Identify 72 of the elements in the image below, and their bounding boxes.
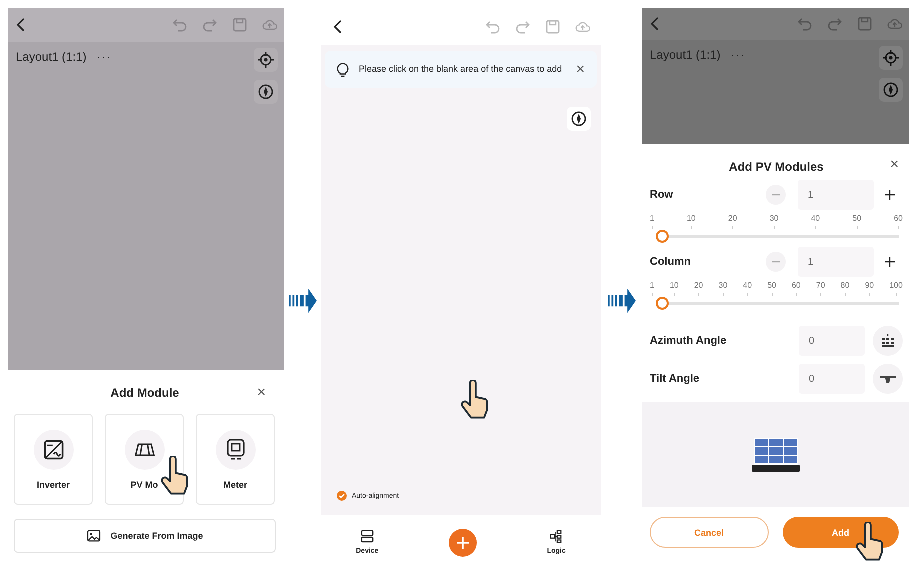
- decrease-button[interactable]: [766, 185, 786, 205]
- save-icon[interactable]: [232, 17, 248, 33]
- slider-thumb[interactable]: [656, 297, 669, 310]
- tip-text: Please click on the blank area of the canvas to add: [359, 64, 564, 75]
- redo-icon[interactable]: [515, 18, 531, 34]
- inverter-icon: [42, 438, 64, 460]
- tick-label: 1: [650, 281, 654, 290]
- pointing-hand-icon: [460, 380, 490, 420]
- tick-label: 20: [694, 281, 704, 290]
- angle-field[interactable]: 0: [799, 364, 865, 394]
- angle-label: Tilt Angle: [650, 373, 700, 385]
- module-option[interactable]: Inverter: [14, 414, 93, 505]
- counter-label: Column: [650, 256, 692, 268]
- module-option[interactable]: Meter: [196, 414, 275, 505]
- close-button[interactable]: ×: [890, 156, 899, 173]
- flowchart-icon: [550, 530, 564, 543]
- tick-label: 60: [894, 214, 903, 223]
- pointing-hand-icon: [160, 456, 190, 496]
- device-icon: [360, 530, 374, 543]
- undo-icon[interactable]: [172, 17, 188, 33]
- slider-thumb[interactable]: [656, 230, 669, 243]
- pointing-hand-icon: [855, 522, 885, 562]
- layout-name[interactable]: Layout1 (1:1): [16, 50, 87, 64]
- plus-icon: [885, 190, 895, 200]
- tick-label: 10: [686, 214, 696, 223]
- counter-label: Row: [650, 189, 674, 201]
- sheet-title: Add Module: [110, 386, 180, 400]
- plus-icon: [456, 536, 470, 550]
- compass-button[interactable]: [254, 80, 278, 104]
- tick-label: 50: [768, 281, 776, 290]
- locate-button[interactable]: [254, 48, 278, 72]
- tick-label: 60: [792, 281, 801, 290]
- arrow-icon: [608, 288, 636, 314]
- tick-label: 90: [865, 281, 874, 290]
- more-options[interactable]: ···: [96, 50, 112, 64]
- tick-label: 40: [743, 281, 752, 290]
- arrow-icon: [288, 288, 316, 314]
- redo-icon[interactable]: [202, 17, 218, 33]
- tick-label: 40: [811, 214, 820, 223]
- redo-icon[interactable]: [827, 16, 843, 32]
- close-button[interactable]: ×: [257, 384, 266, 401]
- solar-panel-drawing: [752, 438, 800, 472]
- save-icon[interactable]: [545, 18, 561, 34]
- decrease-button[interactable]: [766, 252, 786, 272]
- sheet-title: Add PV Modules: [729, 160, 824, 174]
- save-icon[interactable]: [857, 16, 873, 32]
- count-field[interactable]: 1: [798, 247, 874, 277]
- locate-button[interactable]: [879, 46, 903, 70]
- lightbulb-icon: [337, 62, 349, 78]
- plus-icon: [885, 257, 895, 267]
- tick-label: 70: [816, 281, 826, 290]
- tick-label: 50: [852, 214, 862, 223]
- undo-icon[interactable]: [797, 16, 813, 32]
- count-field[interactable]: 1: [798, 180, 874, 210]
- meter-icon: [224, 438, 246, 460]
- compass-button[interactable]: [567, 107, 591, 131]
- generate-from-image-button[interactable]: Generate From Image: [14, 519, 276, 553]
- tick-label: 30: [770, 214, 779, 223]
- angle-label: Azimuth Angle: [650, 335, 728, 347]
- close-button[interactable]: ×: [576, 61, 585, 78]
- tick-label: 1: [650, 214, 654, 223]
- image-icon: [86, 530, 101, 542]
- angle-field[interactable]: 0: [799, 326, 865, 356]
- panel-grid-icon[interactable]: [880, 334, 896, 348]
- tick-label: 100: [890, 281, 903, 290]
- tick-label: 10: [670, 281, 679, 290]
- tick-label: 30: [718, 281, 728, 290]
- undo-icon[interactable]: [485, 18, 501, 34]
- add-button[interactable]: [448, 528, 477, 556]
- tick-label: 20: [728, 214, 738, 223]
- tick-label: 80: [840, 281, 850, 290]
- checkmark-icon: [338, 492, 346, 500]
